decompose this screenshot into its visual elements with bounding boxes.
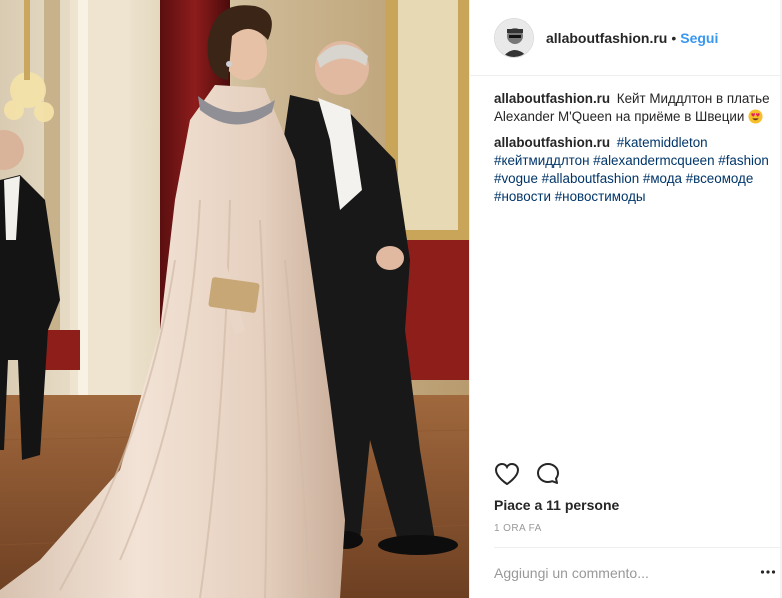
post-photo-illustration [0,0,469,598]
like-button[interactable] [494,462,520,486]
avatar-image [495,18,533,57]
more-options-button[interactable] [760,564,776,585]
post-photo[interactable] [0,0,469,598]
likes-count[interactable]: Piace a 11 persone [494,497,619,513]
caption-username[interactable]: allaboutfashion.ru [494,91,610,106]
more-options-icon [760,570,776,574]
heart-outline-icon [494,462,520,486]
comment-input[interactable] [494,565,744,581]
avatar[interactable] [494,17,534,58]
post-timestamp[interactable]: 1 ORA FA [494,523,542,534]
speech-bubble-icon [537,463,559,484]
hashtag-comment-username[interactable]: allaboutfashion.ru [494,135,610,150]
comment-button[interactable] [536,462,560,486]
post-actions [494,462,560,486]
separator-dot: • [671,29,677,46]
add-comment-bar [494,547,782,598]
header-username[interactable]: allaboutfashion.ru [546,30,667,46]
comments-section: allaboutfashion.ru Кейт Миддлтон в плать… [470,76,782,206]
caption-comment: allaboutfashion.ru Кейт Миддлтон в плать… [494,90,774,126]
post-side-panel: allaboutfashion.ru • Segui allaboutfashi… [469,0,782,598]
follow-button[interactable]: Segui [680,30,718,46]
heart-eyes-emoji-icon [748,109,763,124]
post-header: allaboutfashion.ru • Segui [470,0,782,76]
hashtag-comment: allaboutfashion.ru #katemiddleton #кейтм… [494,134,774,206]
